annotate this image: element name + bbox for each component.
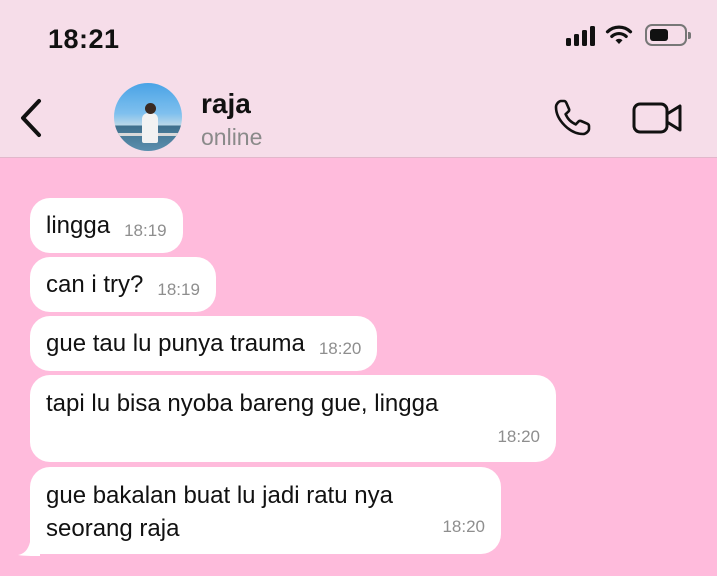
contact-name[interactable]: raja [201, 88, 251, 120]
bubble-tail [18, 542, 40, 556]
message-time: 18:20 [442, 517, 485, 536]
contact-avatar[interactable] [114, 83, 182, 151]
message-bubble[interactable]: lingga 18:19 [30, 198, 183, 253]
message-time: 18:19 [124, 221, 167, 240]
chevron-left-icon [21, 99, 41, 137]
message-bubble[interactable]: gue tau lu punya trauma 18:20 [30, 316, 378, 371]
status-icons [566, 24, 691, 46]
phone-icon [554, 99, 591, 136]
chat-screen: 18:21 raja online lingga 18:19 can i try… [0, 0, 717, 576]
message-bubble[interactable]: can i try? 18:19 [30, 257, 216, 312]
message-bubble[interactable]: tapi lu bisa nyoba bareng gue, lingga 18… [30, 375, 556, 462]
message-text: lingga [46, 212, 111, 239]
message-text: gue tau lu punya trauma [46, 330, 305, 357]
message-list[interactable]: lingga 18:19 can i try? 18:19 gue tau lu p… [0, 158, 717, 576]
message-time: 18:20 [497, 427, 540, 446]
video-camera-icon [632, 102, 682, 134]
message-text-line: gue bakalan buat lu jadi ratu nya [46, 482, 393, 509]
chat-header: 18:21 raja online [0, 0, 717, 158]
status-time: 18:21 [48, 24, 120, 54]
contact-status: online [201, 124, 263, 150]
back-button[interactable] [14, 96, 50, 140]
message-text: can i try? [46, 271, 144, 298]
voice-call-button[interactable] [552, 96, 594, 138]
battery-icon [645, 24, 691, 46]
video-call-button[interactable] [632, 100, 684, 136]
wifi-icon [605, 25, 633, 44]
message-time: 18:19 [157, 280, 200, 299]
message-text-line: seorang raja [46, 515, 180, 542]
message-bubble[interactable]: gue bakalan buat lu jadi ratu nya seoran… [30, 467, 501, 554]
message-last-line: seorang raja 18:20 [46, 511, 485, 544]
message-text: tapi lu bisa nyoba bareng gue, lingga [46, 390, 439, 417]
cellular-signal-icon [566, 24, 595, 46]
message-time: 18:20 [318, 339, 362, 358]
